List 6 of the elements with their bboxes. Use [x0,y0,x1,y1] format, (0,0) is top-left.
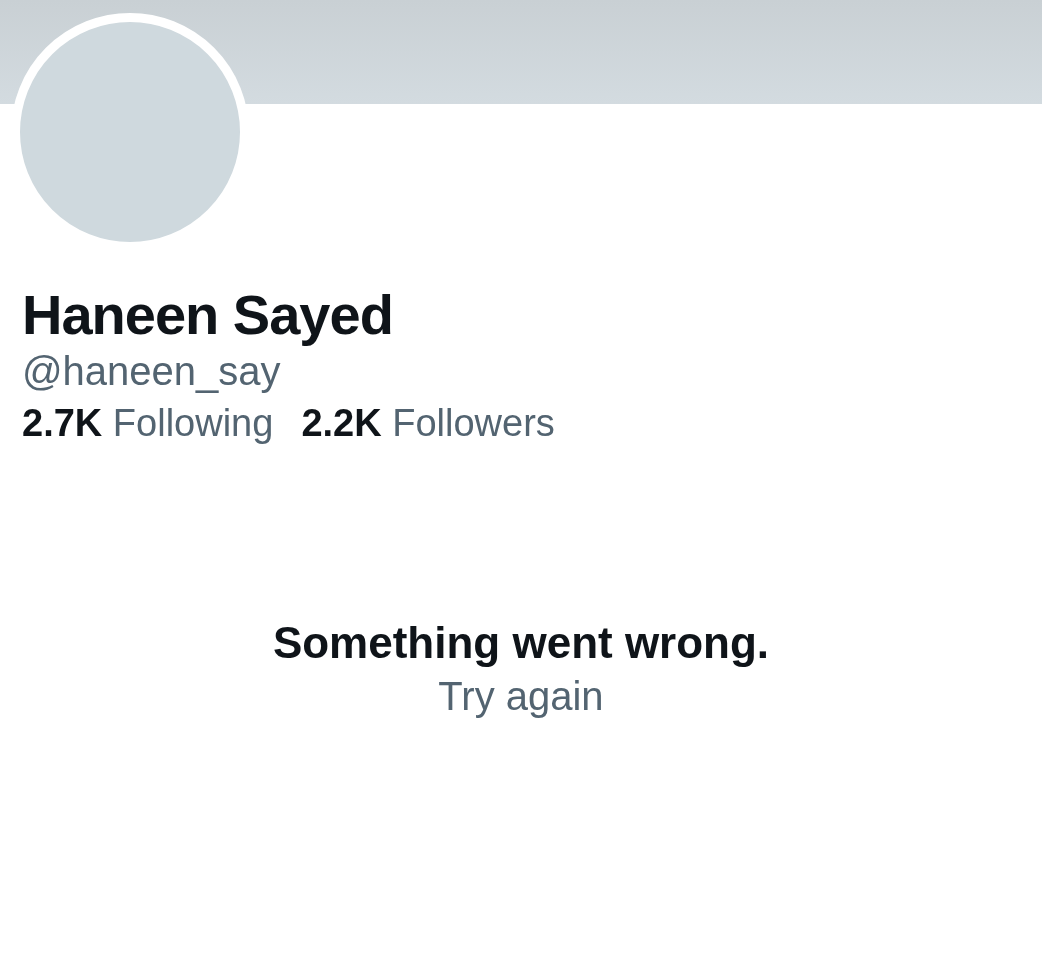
stat-link[interactable]: 2.2K Followers [301,401,555,447]
profile-handle: @haneen_say [22,348,282,396]
profile-name: Haneen Sayed [22,283,394,348]
stat-link[interactable]: 2.7K Following [22,401,274,447]
error-message: Something went wrong. [272,617,770,669]
try-again-link[interactable]: Try again [438,669,604,722]
